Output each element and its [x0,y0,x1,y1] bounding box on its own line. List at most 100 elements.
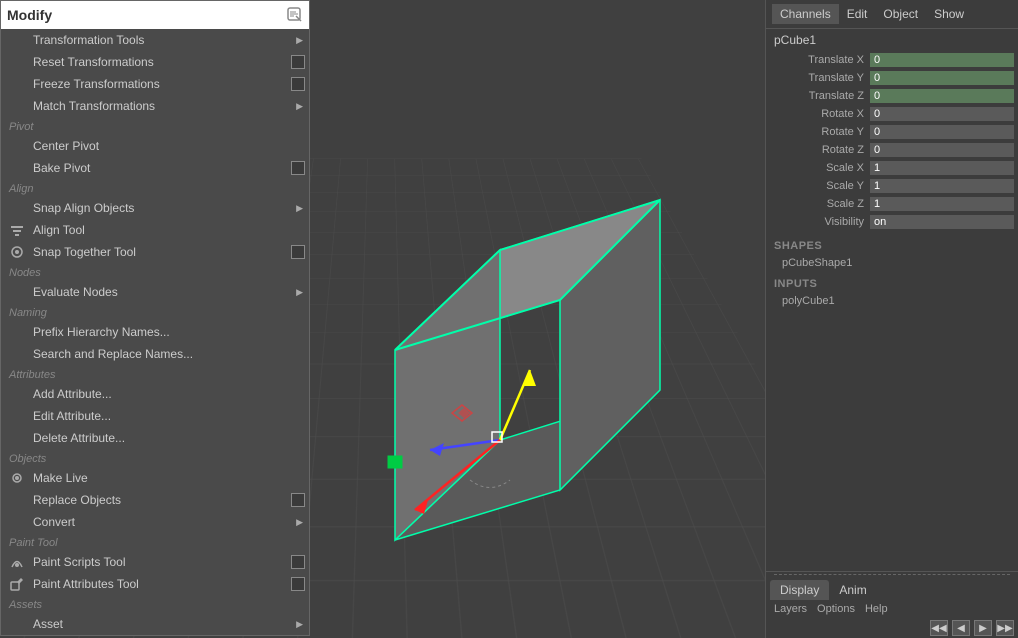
panel-spacer [766,309,1018,571]
paint-scripts-checkbox[interactable] [291,555,305,569]
menu-item-freeze-transformations[interactable]: Freeze Transformations [1,73,309,95]
live-icon [7,469,27,487]
menu-item-replace-objects[interactable]: Replace Objects [1,489,309,511]
channel-label-tz: Translate Z [770,90,870,102]
menu-item-evaluate-nodes[interactable]: Evaluate Nodes [1,281,309,303]
channel-row-translate-y: Translate Y 0 [766,69,1018,87]
menu-item-match-transformations[interactable]: Match Transformations [1,95,309,117]
menu-item-label: Freeze Transformations [33,77,160,91]
tab-edit[interactable]: Edit [839,4,876,24]
inputs-section: INPUTS polyCube1 [766,275,1018,309]
channel-row-rotate-y: Rotate Y 0 [766,123,1018,141]
menu-item-edit-attribute[interactable]: Edit Attribute... [1,405,309,427]
menu-item-label: Replace Objects [33,493,121,507]
menu-item-paint-attributes-tool[interactable]: Paint Attributes Tool [1,573,309,595]
panel-bottom: Display Anim Layers Options Help ◀◀ ◀ ▶ … [766,571,1018,638]
menu-item-label: Add Attribute... [33,387,112,401]
menu-item-center-pivot[interactable]: Center Pivot [1,135,309,157]
channel-value-tx[interactable]: 0 [870,53,1014,67]
channel-label-sz: Scale Z [770,198,870,210]
menu-item-label: Evaluate Nodes [33,285,118,299]
channel-label-ty: Translate Y [770,72,870,84]
snap-together-checkbox[interactable] [291,245,305,259]
menu-item-label: Align Tool [33,223,85,237]
channel-row-translate-x: Translate X 0 [766,51,1018,69]
menu-item-snap-together-tool[interactable]: Snap Together Tool [1,241,309,263]
paint-attributes-checkbox[interactable] [291,577,305,591]
bottom-menu-options[interactable]: Options [817,603,855,615]
bake-pivot-checkbox[interactable] [291,161,305,175]
menu-item-delete-attribute[interactable]: Delete Attribute... [1,427,309,449]
menu-search-icon [287,7,303,23]
tab-object[interactable]: Object [875,4,926,24]
channel-value-rx[interactable]: 0 [870,107,1014,121]
arrow-skip-back[interactable]: ◀◀ [930,620,948,636]
menu-item-search-replace-names[interactable]: Search and Replace Names... [1,343,309,365]
channel-value-ty[interactable]: 0 [870,71,1014,85]
menu-item-align-tool[interactable]: Align Tool [1,219,309,241]
bottom-menu-layers[interactable]: Layers [774,603,807,615]
menu-item-prefix-hierarchy-names[interactable]: Prefix Hierarchy Names... [1,321,309,343]
menu-item-snap-align-objects[interactable]: Snap Align Objects [1,197,309,219]
menu-item-label: Search and Replace Names... [33,347,193,361]
channel-value-sy[interactable]: 1 [870,179,1014,193]
object-name: pCube1 [766,29,1018,51]
menu-item-reset-transformations[interactable]: Reset Transformations [1,51,309,73]
channel-label-sy: Scale Y [770,180,870,192]
section-label-pivot: Pivot [1,117,309,135]
menu-item-label: Paint Scripts Tool [33,555,126,569]
tab-anim[interactable]: Anim [829,580,876,600]
menu-search-input[interactable] [7,7,287,23]
menu-search-bar[interactable] [1,1,309,29]
right-panel: Channels Edit Object Show pCube1 Transla… [765,0,1018,638]
channel-value-ry[interactable]: 0 [870,125,1014,139]
arrow-back[interactable]: ◀ [952,620,970,636]
replace-objects-checkbox[interactable] [291,493,305,507]
channel-label-sx: Scale X [770,162,870,174]
menu-item-label: Bake Pivot [33,161,90,175]
section-label-objects: Objects [1,449,309,467]
menu-item-label: Delete Attribute... [33,431,125,445]
menu-item-transformation-tools[interactable]: Transformation Tools [1,29,309,51]
channel-value-rz[interactable]: 0 [870,143,1014,157]
section-label-naming: Naming [1,303,309,321]
shapes-header: SHAPES [766,237,1018,255]
menu-item-bake-pivot[interactable]: Bake Pivot [1,157,309,179]
channel-row-translate-z: Translate Z 0 [766,87,1018,105]
reset-transformations-checkbox[interactable] [291,55,305,69]
channel-row-rotate-x: Rotate X 0 [766,105,1018,123]
menu-item-add-attribute[interactable]: Add Attribute... [1,383,309,405]
bottom-tabs: Display Anim [766,577,1018,600]
bottom-arrows: ◀◀ ◀ ▶ ▶▶ [766,618,1018,638]
channel-row-scale-z: Scale Z 1 [766,195,1018,213]
channels-list: Translate X 0 Translate Y 0 Translate Z … [766,51,1018,231]
menu-item-label: Match Transformations [33,99,155,113]
channel-value-vis[interactable]: on [870,215,1014,229]
menu-item-asset[interactable]: Asset [1,613,309,635]
section-label-align: Align [1,179,309,197]
menu-item-convert[interactable]: Convert [1,511,309,533]
channel-label-vis: Visibility [770,216,870,228]
arrow-forward[interactable]: ▶ [974,620,992,636]
arrow-skip-forward[interactable]: ▶▶ [996,620,1014,636]
channel-value-sx[interactable]: 1 [870,161,1014,175]
channel-row-scale-y: Scale Y 1 [766,177,1018,195]
section-label-attributes: Attributes [1,365,309,383]
channel-value-sz[interactable]: 1 [870,197,1014,211]
menu-item-label: Prefix Hierarchy Names... [33,325,170,339]
inputs-header: INPUTS [766,275,1018,293]
tab-channels[interactable]: Channels [772,4,839,24]
menu-item-make-live[interactable]: Make Live [1,467,309,489]
section-label-assets: Assets [1,595,309,613]
freeze-transformations-checkbox[interactable] [291,77,305,91]
paint-attr-icon [7,575,27,593]
menu-item-paint-scripts-tool[interactable]: Paint Scripts Tool [1,551,309,573]
paint-script-icon [7,553,27,571]
bottom-menu-help[interactable]: Help [865,603,888,615]
channel-label-tx: Translate X [770,54,870,66]
inputs-item-polycube1[interactable]: polyCube1 [766,293,1018,309]
channel-value-tz[interactable]: 0 [870,89,1014,103]
tab-display[interactable]: Display [770,580,829,600]
tab-show[interactable]: Show [926,4,972,24]
shapes-item-pcubeshape1[interactable]: pCubeShape1 [766,255,1018,271]
